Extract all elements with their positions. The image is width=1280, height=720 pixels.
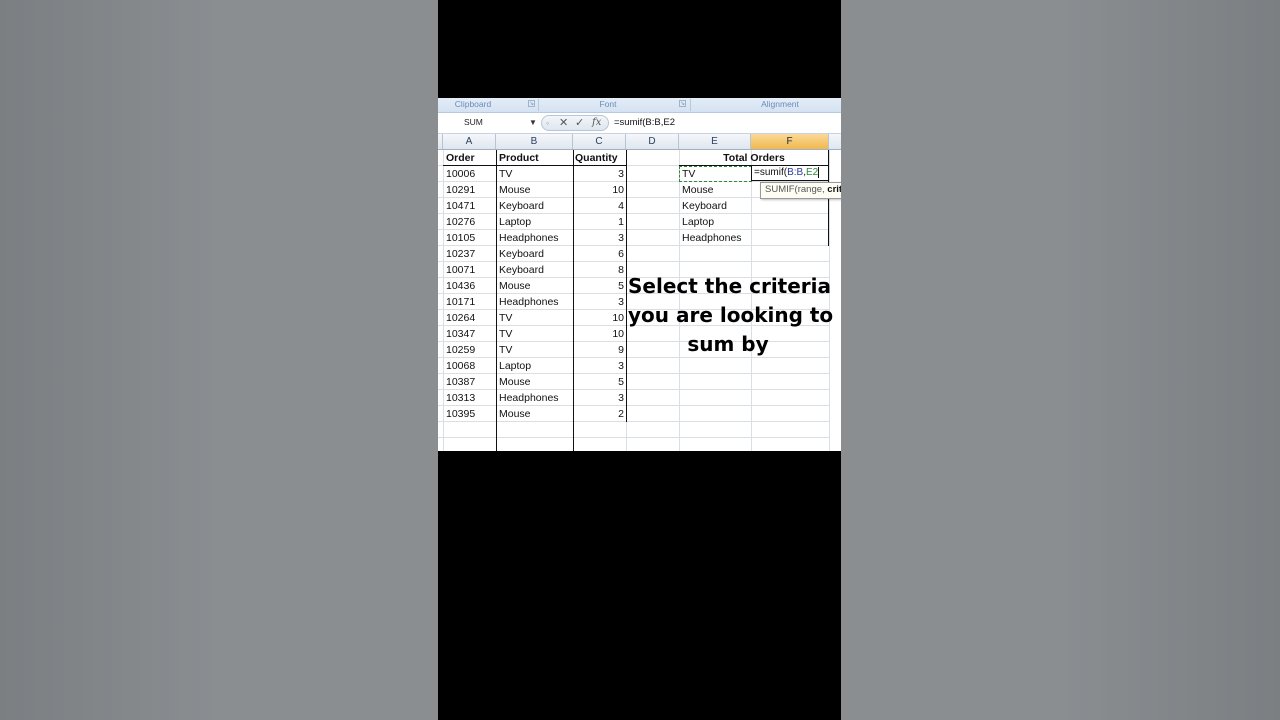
summary-item[interactable]: TV: [682, 166, 750, 182]
ribbon-separator: [538, 99, 539, 111]
cell-order[interactable]: 10264: [446, 310, 494, 326]
cell-quantity[interactable]: 9: [575, 342, 624, 358]
ribbon-group-font: Font: [599, 99, 617, 109]
column-header-d[interactable]: D: [626, 134, 679, 149]
header-order[interactable]: Order: [446, 150, 494, 166]
cell-order[interactable]: 10068: [446, 358, 494, 374]
header-quantity[interactable]: Quantity: [575, 150, 625, 166]
cell-product[interactable]: Keyboard: [499, 262, 571, 278]
formula-prefix: =sumif(: [754, 167, 788, 178]
caption-overlay: Select the criteria you are looking to s…: [628, 272, 834, 359]
cell-order[interactable]: 10259: [446, 342, 494, 358]
cell-product[interactable]: Mouse: [499, 374, 571, 390]
cell-product[interactable]: Mouse: [499, 406, 571, 422]
summary-item[interactable]: Headphones: [682, 230, 750, 246]
cell-order[interactable]: 10291: [446, 182, 494, 198]
cell-product[interactable]: Keyboard: [499, 198, 571, 214]
dialog-launcher-icon[interactable]: ↘: [679, 100, 686, 107]
cell-product[interactable]: Headphones: [499, 230, 571, 246]
cell-quantity[interactable]: 10: [575, 182, 624, 198]
cell-product[interactable]: TV: [499, 166, 571, 182]
cancel-icon[interactable]: ✕: [559, 116, 568, 130]
chevron-down-icon[interactable]: ▼: [529, 118, 537, 127]
cell-quantity[interactable]: 8: [575, 262, 624, 278]
cell-order[interactable]: 10347: [446, 326, 494, 342]
ribbon-group-labels: Clipboard ↘ Font ↘ Alignment: [438, 98, 841, 113]
cell-order[interactable]: 10387: [446, 374, 494, 390]
formula-cell-ref: E2: [805, 167, 819, 178]
summary-item[interactable]: Laptop: [682, 214, 750, 230]
video-frame: Clipboard ↘ Font ↘ Alignment SUM ▼ ◦ ✕ ✓…: [438, 0, 841, 720]
grip-icon: ◦: [546, 118, 550, 128]
cell-quantity[interactable]: 10: [575, 326, 624, 342]
table-border-c-right: [626, 150, 627, 422]
cell-product[interactable]: Laptop: [499, 214, 571, 230]
formula-range-ref: B:B: [787, 167, 804, 178]
cell-quantity[interactable]: 3: [575, 358, 624, 374]
insert-function-icon[interactable]: fx: [592, 116, 601, 130]
active-cell-editor[interactable]: =sumif(B:B,E2: [751, 165, 829, 181]
table-border-b: [496, 150, 497, 451]
cell-order[interactable]: 10171: [446, 294, 494, 310]
column-header-a[interactable]: A: [443, 134, 496, 149]
column-header-f[interactable]: F: [751, 134, 829, 149]
header-total-orders[interactable]: Total Orders: [679, 150, 829, 166]
ribbon-group-alignment: Alignment: [761, 99, 799, 109]
cell-product[interactable]: Keyboard: [499, 246, 571, 262]
text-cursor: [818, 166, 820, 178]
column-header-b[interactable]: B: [496, 134, 573, 149]
cell-quantity[interactable]: 2: [575, 406, 624, 422]
cell-product[interactable]: TV: [499, 310, 571, 326]
cell-order[interactable]: 10105: [446, 230, 494, 246]
ribbon-group-clipboard: Clipboard: [454, 99, 492, 109]
cell-quantity[interactable]: 3: [575, 294, 624, 310]
header-underline: [443, 165, 626, 166]
cell-product[interactable]: Laptop: [499, 358, 571, 374]
cell-order[interactable]: 10071: [446, 262, 494, 278]
cell-quantity[interactable]: 3: [575, 166, 624, 182]
cell-order[interactable]: 10436: [446, 278, 494, 294]
caption-line: you are looking to: [628, 303, 834, 327]
column-header-c[interactable]: C: [573, 134, 626, 149]
ribbon-separator: [690, 99, 691, 111]
cell-order[interactable]: 10237: [446, 246, 494, 262]
cell-product[interactable]: Mouse: [499, 182, 571, 198]
cell-product[interactable]: TV: [499, 326, 571, 342]
header-product[interactable]: Product: [499, 150, 571, 166]
caption-line: sum by: [687, 332, 769, 356]
cell-order[interactable]: 10276: [446, 214, 494, 230]
name-box[interactable]: SUM: [442, 115, 537, 130]
column-header-e[interactable]: E: [679, 134, 751, 149]
cell-product[interactable]: Headphones: [499, 390, 571, 406]
summary-item[interactable]: Mouse: [682, 182, 750, 198]
formula-buttons: ◦ ✕ ✓ fx: [541, 115, 609, 131]
cell-quantity[interactable]: 5: [575, 374, 624, 390]
enter-icon[interactable]: ✓: [575, 116, 584, 130]
cell-quantity[interactable]: 1: [575, 214, 624, 230]
cell-quantity[interactable]: 5: [575, 278, 624, 294]
table-border-c: [573, 150, 574, 451]
column-headers: A B C D E F: [438, 134, 841, 150]
tooltip-function: SUMIF(range,: [765, 184, 828, 195]
formula-bar: SUM ▼ ◦ ✕ ✓ fx =sumif(B:B,E2: [438, 113, 841, 134]
cell-product[interactable]: Headphones: [499, 294, 571, 310]
cell-quantity[interactable]: 4: [575, 198, 624, 214]
column-header-g[interactable]: [829, 134, 841, 149]
cell-quantity[interactable]: 3: [575, 390, 624, 406]
dialog-launcher-icon[interactable]: ↘: [528, 100, 535, 107]
function-tooltip: SUMIF(range, crit: [760, 182, 841, 199]
cell-order[interactable]: 10471: [446, 198, 494, 214]
cell-product[interactable]: Mouse: [499, 278, 571, 294]
cell-quantity[interactable]: 6: [575, 246, 624, 262]
cell-quantity[interactable]: 3: [575, 230, 624, 246]
caption-line: Select the criteria: [628, 274, 832, 298]
tooltip-current-arg: crit: [827, 184, 841, 195]
summary-item[interactable]: Keyboard: [682, 198, 750, 214]
cell-order[interactable]: 10006: [446, 166, 494, 182]
formula-input[interactable]: =sumif(B:B,E2: [614, 116, 675, 130]
cell-quantity[interactable]: 10: [575, 310, 624, 326]
cell-product[interactable]: TV: [499, 342, 571, 358]
cell-order[interactable]: 10313: [446, 390, 494, 406]
cell-order[interactable]: 10395: [446, 406, 494, 422]
